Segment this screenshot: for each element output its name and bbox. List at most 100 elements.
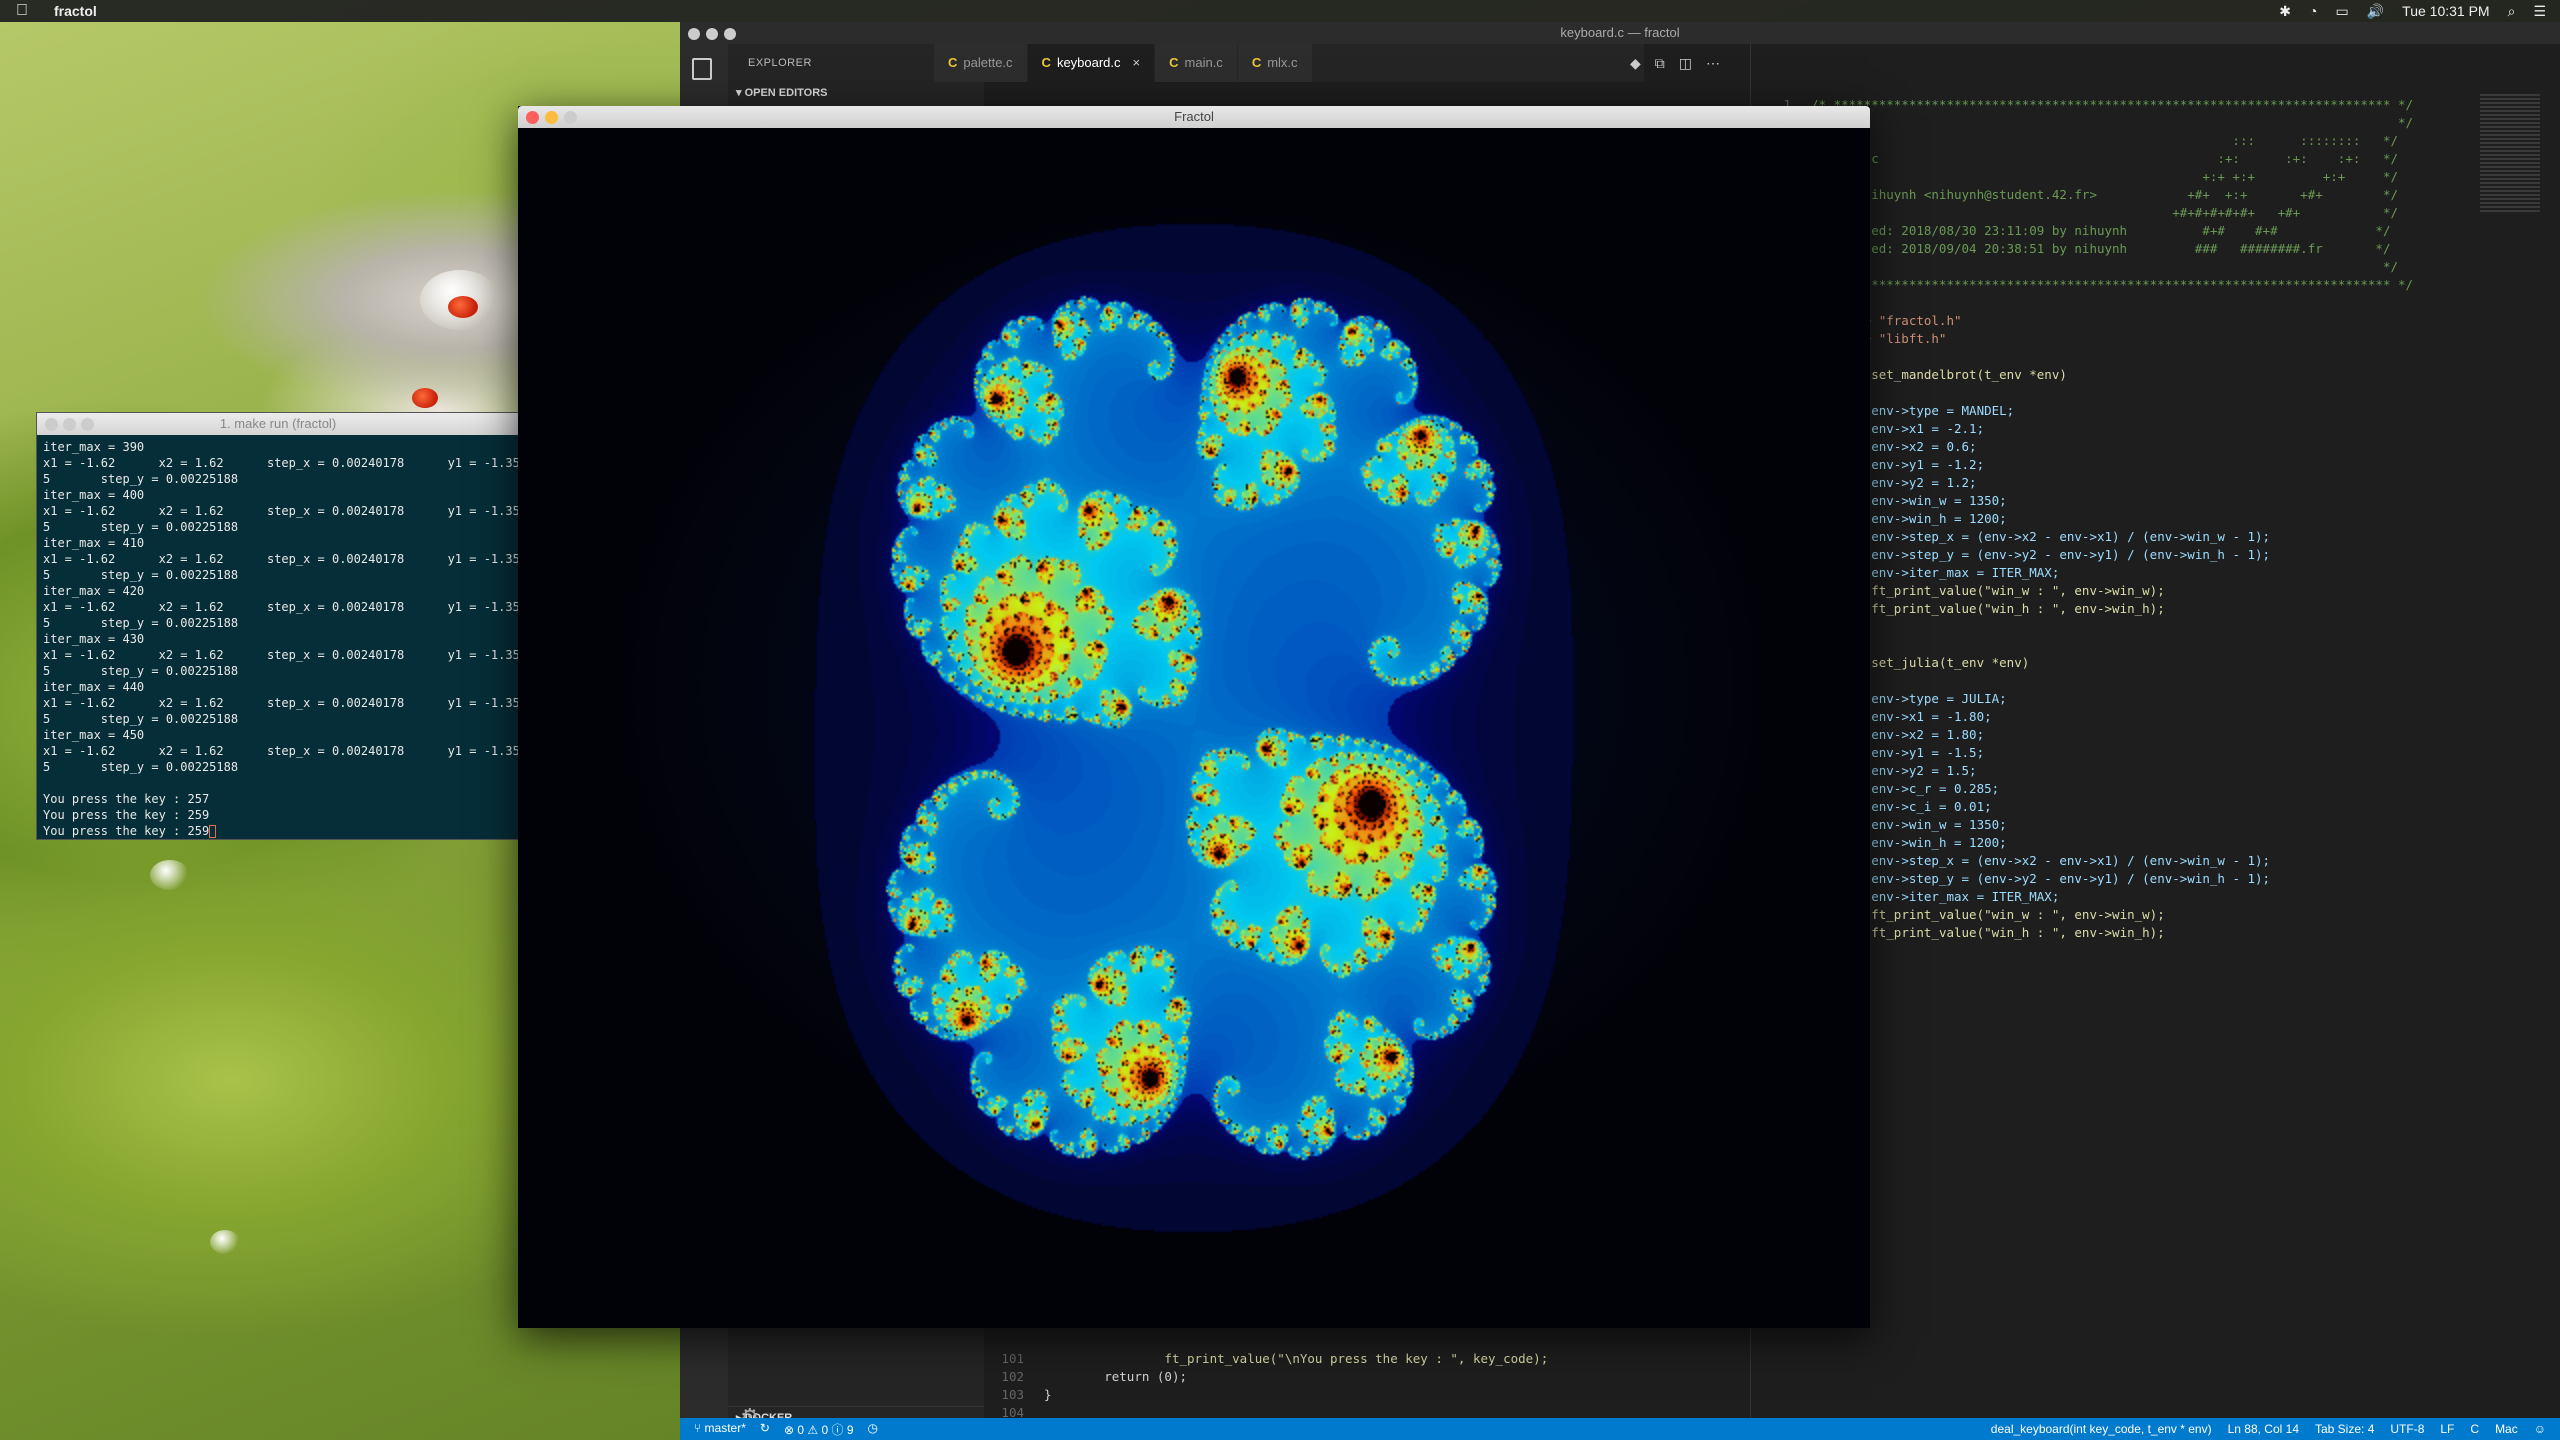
c-file-icon: C [1041, 55, 1051, 70]
more-icon[interactable]: ⋯ [1706, 55, 1720, 72]
tab-label: keyboard.c [1056, 55, 1121, 70]
code-line[interactable]: env->step_x = (env->x2 - env->x1) / (env… [1811, 528, 2270, 546]
code-line[interactable]: Updated: 2018/09/04 20:38:51 by nihuynh … [1811, 240, 2391, 258]
code-line[interactable]: By: nihuynh <nihuynh@student.42.fr> +#+ … [1811, 186, 2398, 204]
minimize-window-button[interactable] [706, 28, 718, 40]
airplay-icon[interactable]: ▭ [2336, 3, 2349, 20]
cursor-position[interactable]: Ln 88, Col 14 [2228, 1422, 2299, 1436]
eol[interactable]: LF [2440, 1422, 2454, 1436]
search-icon[interactable]: ⌕ [2508, 3, 2516, 20]
terminal-line: 5 step_y = 0.00225188 [43, 712, 239, 726]
code-line[interactable]: return (0); [1044, 1368, 1187, 1386]
app-name[interactable]: fractol [54, 3, 97, 19]
zoom-window-button[interactable] [724, 28, 736, 40]
fractal-canvas[interactable] [518, 128, 1870, 1328]
close-tab-icon[interactable]: × [1133, 44, 1141, 82]
open-editors-section[interactable]: ▾ OPEN EDITORS [728, 82, 984, 104]
current-function[interactable]: deal_keyboard(int key_code, t_env * env) [1991, 1422, 2212, 1436]
zoom-window-button[interactable] [564, 111, 577, 124]
minimap[interactable] [2480, 94, 2540, 214]
tab-mlx-c[interactable]: Cmlx.c [1237, 44, 1313, 82]
history-icon[interactable]: ◷ [868, 1421, 878, 1438]
minimize-window-button[interactable] [545, 111, 558, 124]
line-number: 102 [1001, 1369, 1024, 1384]
code-line[interactable]: /* *************************************… [1811, 96, 2413, 114]
terminal-line: x1 = -1.62 x2 = 1.62 step_x = 0.00240178… [43, 600, 520, 614]
open-changes-icon[interactable]: ⧉ [1655, 55, 1665, 72]
fractol-title-bar[interactable]: Fractol [518, 106, 1870, 128]
julia-set [518, 128, 1870, 1328]
code-line[interactable]: Created: 2018/08/30 23:11:09 by nihuynh … [1811, 222, 2391, 240]
code-line[interactable]: init.c :+: :+: :+: */ [1811, 150, 2398, 168]
code-line[interactable]: +:+ +:+ +:+ */ [1811, 168, 2398, 186]
close-window-button[interactable] [45, 418, 58, 431]
zoom-window-button[interactable] [81, 418, 94, 431]
terminal-window[interactable]: 1. make run (fractol) iter_max = 390 x1 =… [36, 412, 520, 840]
terminal-cursor [209, 825, 217, 838]
bluetooth-icon[interactable]: ✱ [2279, 3, 2291, 20]
terminal-line: You press the key : 259 [43, 823, 513, 839]
fractol-window[interactable]: Fractol [518, 106, 1870, 1328]
encoding[interactable]: UTF-8 [2390, 1422, 2424, 1436]
code-line[interactable]: env->step_y = (env->y2 - env->y1) / (env… [1811, 546, 2270, 564]
close-window-button[interactable] [526, 111, 539, 124]
sync-icon[interactable]: ↻ [760, 1421, 770, 1438]
terminal-line: 5 step_y = 0.00225188 [43, 568, 239, 582]
red-bead [412, 388, 438, 408]
minimize-window-button[interactable] [63, 418, 76, 431]
code-line[interactable]: env->step_y = (env->y2 - env->y1) / (env… [1811, 870, 2270, 888]
terminal-title: 1. make run (fractol) [219, 416, 337, 431]
apple-icon[interactable]:  [16, 2, 42, 20]
code-line[interactable]: ft_print_value("\nYou press the key : ",… [1044, 1350, 1548, 1368]
line-number: 103 [1001, 1387, 1024, 1402]
terminal-line: iter_max = 420 [43, 584, 145, 598]
code-line[interactable]: /* */ [1811, 114, 2413, 132]
line-number: 101 [1001, 1351, 1024, 1366]
clock[interactable]: Tue 10:31 PM [2402, 3, 2489, 19]
feedback-icon[interactable]: ☺ [2534, 1422, 2546, 1436]
tab-main-c[interactable]: Cmain.c [1155, 44, 1238, 82]
red-bead [448, 296, 478, 318]
code-line[interactable]: */ [1811, 258, 2398, 276]
tab-size[interactable]: Tab Size: 4 [2315, 1422, 2374, 1436]
terminal-output[interactable]: iter_max = 390 x1 = -1.62 x2 = 1.62 step_… [37, 435, 520, 843]
list-icon[interactable]: ☰ [2533, 3, 2546, 20]
terminal-title-bar[interactable]: 1. make run (fractol) [37, 413, 519, 435]
julia-fractal-image [518, 128, 1870, 1328]
code-line[interactable]: ::: :::::::: */ [1811, 132, 2398, 150]
problems-indicator[interactable]: ⊗ 0 ⚠ 0 ⓘ 9 [784, 1421, 854, 1438]
platform[interactable]: Mac [2495, 1422, 2518, 1436]
branch-indicator[interactable]: ⑂ master* [694, 1421, 746, 1438]
terminal-line: iter_max = 390 [43, 440, 145, 454]
volume-icon[interactable]: 🔊 [2367, 3, 2384, 20]
terminal-line: You press the key : 257 [43, 792, 210, 806]
terminal-line: x1 = -1.62 x2 = 1.62 step_x = 0.00240178… [43, 552, 520, 566]
tab-label: mlx.c [1267, 55, 1298, 70]
tab-palette-c[interactable]: Cpalette.c [934, 44, 1028, 82]
close-window-button[interactable] [688, 28, 700, 40]
wifi-icon[interactable]: ◔ [2309, 3, 2317, 19]
code-line[interactable]: env->step_x = (env->x2 - env->x1) / (env… [1811, 852, 2270, 870]
c-file-icon: C [1169, 55, 1179, 70]
editor-actions: ◆ ⧉ ◫ ⋯ [1630, 44, 1720, 82]
fractol-title: Fractol [1174, 109, 1214, 124]
code-line[interactable]: +#+#+#+#+#+ +#+ */ [1811, 204, 2398, 222]
status-bar: ⑂ master* ↻ ⊗ 0 ⚠ 0 ⓘ 9 ◷ deal_keyboard(… [680, 1418, 2560, 1440]
terminal-line: 5 step_y = 0.00225188 [43, 664, 239, 678]
terminal-line: iter_max = 400 [43, 488, 145, 502]
code-line[interactable]: } [1044, 1386, 1052, 1404]
terminal-line: iter_max = 410 [43, 536, 145, 550]
terminal-line: 5 step_y = 0.00225188 [43, 472, 239, 486]
code-line[interactable]: /* *************************************… [1811, 276, 2413, 294]
diff-icon[interactable]: ◆ [1630, 55, 1641, 72]
menu-bar:  fractol ✱ ◔ ▭ 🔊 Tue 10:31 PM ⌕ ☰ [0, 0, 2560, 22]
terminal-line: 5 step_y = 0.00225188 [43, 760, 239, 774]
right-editor[interactable]: 1/* ************************************… [1750, 44, 2560, 1440]
files-icon[interactable] [692, 58, 712, 80]
terminal-line: 5 step_y = 0.00225188 [43, 520, 239, 534]
tab-label: palette.c [963, 55, 1013, 70]
language-mode[interactable]: C [2470, 1422, 2479, 1436]
terminal-line: x1 = -1.62 x2 = 1.62 step_x = 0.00240178… [43, 504, 520, 518]
tab-keyboard-c[interactable]: Ckeyboard.c × [1027, 44, 1156, 82]
split-editor-icon[interactable]: ◫ [1679, 55, 1692, 72]
